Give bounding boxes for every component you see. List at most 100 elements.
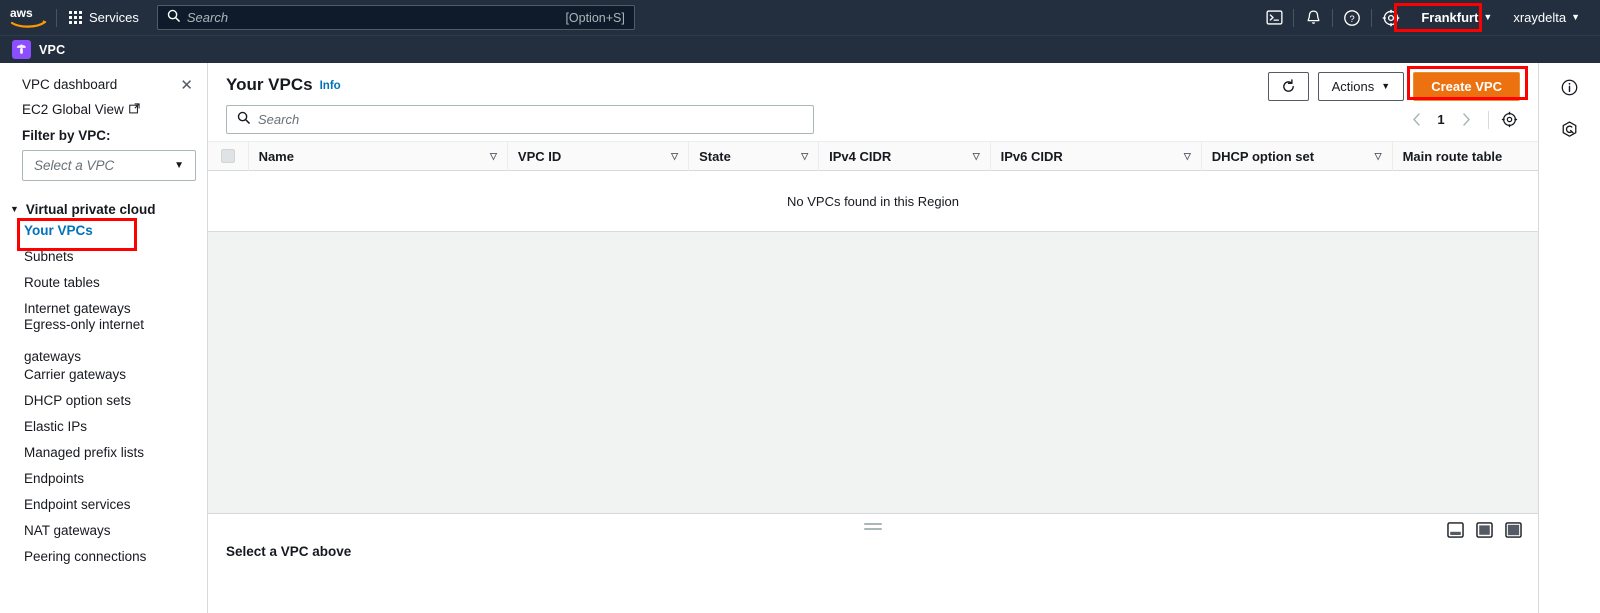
sidebar-item-label-line2: gateways (24, 349, 82, 364)
service-header-bar: VPC (0, 35, 1600, 63)
sidebar-item-vpc-dashboard[interactable]: VPC dashboard (22, 77, 117, 92)
vpc-table: Name ▽ VPC ID ▽ State ▽ IPv4 CIDR ▽ IPv6… (208, 141, 1538, 536)
column-header-vpc-id[interactable]: VPC ID ▽ (508, 141, 690, 171)
column-header-name[interactable]: Name ▽ (249, 141, 508, 171)
content-header: Your VPCs Info Actions ▼ Create VPC (208, 63, 1538, 101)
help-question-icon[interactable]: ? (1333, 0, 1371, 35)
vpc-filter-select[interactable]: Select a VPC ▼ (22, 150, 196, 181)
sidebar-item-label: Subnets (24, 248, 74, 264)
sort-filter-icon: ▽ (801, 150, 809, 161)
global-search-box[interactable]: [Option+S] (156, 5, 635, 30)
actions-label: Actions (1331, 79, 1375, 94)
sidebar-group-label: Virtual private cloud (25, 202, 156, 217)
sidebar-item-endpoint-services[interactable]: Endpoint services (0, 491, 207, 517)
column-header-state[interactable]: State ▽ (689, 141, 820, 171)
pagination-prev-button[interactable] (1403, 107, 1429, 133)
sidebar-item-label: NAT gateways (24, 522, 111, 538)
shortcuts-hexagon-icon[interactable] (1556, 115, 1584, 143)
column-header-ipv4-cidr[interactable]: IPv4 CIDR ▽ (819, 141, 991, 171)
account-label: xraydelta (1513, 10, 1567, 25)
sidebar-item-label: DHCP option sets (24, 392, 132, 408)
split-bottom-icon[interactable] (1447, 522, 1464, 538)
page-title: Your VPCs (226, 75, 313, 94)
info-link[interactable]: Info (320, 80, 341, 92)
sidebar-item-label: Route tables (24, 274, 100, 290)
notifications-bell-icon[interactable] (1294, 0, 1332, 35)
sidebar-item-subnets[interactable]: Subnets (0, 243, 207, 269)
sidebar-item-label-line1: Egress-only internet (24, 317, 145, 332)
column-label: IPv4 CIDR (829, 148, 892, 164)
sidebar-header: VPC dashboard ✕ (0, 63, 207, 93)
vpc-filter-placeholder: Select a VPC (34, 158, 115, 173)
column-label: IPv6 CIDR (1000, 148, 1063, 164)
close-icon[interactable]: ✕ (180, 78, 193, 93)
column-label: DHCP option set (1211, 148, 1315, 164)
split-panel-drag-handle[interactable] (864, 523, 882, 533)
sidebar-item-peering-connections[interactable]: Peering connections (0, 543, 207, 569)
column-header-dhcp-option-set[interactable]: DHCP option set ▽ (1202, 141, 1393, 171)
column-label: State (699, 148, 731, 164)
table-preferences-gear-icon[interactable] (1498, 109, 1520, 131)
column-label: Name (258, 148, 294, 164)
right-icon-rail (1538, 63, 1600, 613)
sidebar-item-label: Endpoint services (24, 496, 131, 512)
column-header-main-route-table[interactable]: Main route table (1393, 141, 1538, 171)
column-label: Main route table (1402, 148, 1503, 164)
sidebar-item-endpoints[interactable]: Endpoints (0, 465, 207, 491)
sidebar-item-nat-gateways[interactable]: NAT gateways (0, 517, 207, 543)
select-all-checkbox[interactable] (220, 149, 235, 163)
refresh-button[interactable] (1267, 72, 1309, 101)
sidebar-item-elastic-ips[interactable]: Elastic IPs (0, 413, 207, 439)
sidebar-group-virtual-private-cloud[interactable]: ▼ Virtual private cloud (0, 202, 207, 217)
sidebar-item-egress-only-internet-gateways[interactable]: Egress-only internet gateways (0, 317, 207, 364)
top-navigation-bar: aws Services [Option+S] (0, 0, 1600, 35)
split-full-icon[interactable] (1505, 522, 1522, 538)
sidebar-item-label: Internet gateways (24, 300, 131, 316)
table-search-box[interactable] (226, 105, 814, 134)
pagination-page-1[interactable]: 1 (1431, 112, 1451, 127)
split-side-icon[interactable] (1476, 522, 1493, 538)
column-header-ipv6-cidr[interactable]: IPv6 CIDR ▽ (991, 141, 1202, 171)
pagination-separator (1488, 110, 1489, 129)
filter-by-vpc-label: Filter by VPC: (22, 128, 111, 143)
table-header-row: Name ▽ VPC ID ▽ State ▽ IPv4 CIDR ▽ IPv6… (208, 141, 1538, 171)
region-label: Frankfurt (1421, 10, 1479, 25)
left-sidebar: VPC dashboard ✕ EC2 Global View Filter b… (0, 63, 208, 613)
create-vpc-button[interactable]: Create VPC (1413, 72, 1520, 101)
table-empty-message: No VPCs found in this Region (208, 171, 1538, 232)
sidebar-item-managed-prefix-lists[interactable]: Managed prefix lists (0, 439, 207, 465)
info-circle-icon[interactable] (1556, 73, 1584, 101)
cloudshell-icon[interactable] (1255, 0, 1293, 35)
header-actions: Actions ▼ Create VPC (1267, 72, 1520, 101)
sidebar-item-label: Elastic IPs (24, 418, 88, 434)
region-selector-button[interactable]: Frankfurt ▼ (1410, 0, 1503, 35)
svg-text:aws: aws (10, 6, 33, 20)
sidebar-item-label: Your VPCs (24, 222, 93, 238)
aws-vpc-console: aws Services [Option+S] (0, 0, 1600, 613)
settings-gear-icon[interactable] (1372, 0, 1410, 35)
chevron-down-icon: ▼ (10, 204, 19, 214)
sidebar-item-label: Peering connections (24, 548, 147, 564)
sidebar-item-route-tables[interactable]: Route tables (0, 269, 207, 295)
chevron-down-icon: ▼ (1381, 81, 1391, 91)
actions-dropdown-button[interactable]: Actions ▼ (1317, 72, 1405, 101)
sort-filter-icon: ▽ (489, 150, 497, 161)
sort-filter-icon: ▽ (1183, 150, 1191, 161)
services-menu-button[interactable]: Services (57, 0, 151, 35)
pagination: 1 (1403, 107, 1520, 133)
account-menu-button[interactable]: xraydelta ▼ (1503, 0, 1590, 35)
sort-filter-icon: ▽ (972, 150, 980, 161)
pagination-next-button[interactable] (1453, 107, 1479, 133)
svg-text:?: ? (1350, 14, 1355, 25)
aws-logo[interactable]: aws (0, 0, 56, 35)
sort-filter-icon: ▽ (1374, 150, 1382, 161)
services-label: Services (89, 10, 139, 25)
global-search-input[interactable] (186, 10, 559, 25)
chevron-down-icon: ▼ (1483, 12, 1493, 22)
sidebar-item-label: Endpoints (24, 470, 85, 486)
table-search-input[interactable] (258, 112, 803, 127)
column-label: VPC ID (517, 148, 562, 164)
sidebar-item-dhcp-option-sets[interactable]: DHCP option sets (0, 387, 207, 413)
sidebar-item-your-vpcs[interactable]: Your VPCs (0, 217, 207, 243)
sidebar-item-ec2-global-view[interactable]: EC2 Global View (0, 93, 207, 117)
